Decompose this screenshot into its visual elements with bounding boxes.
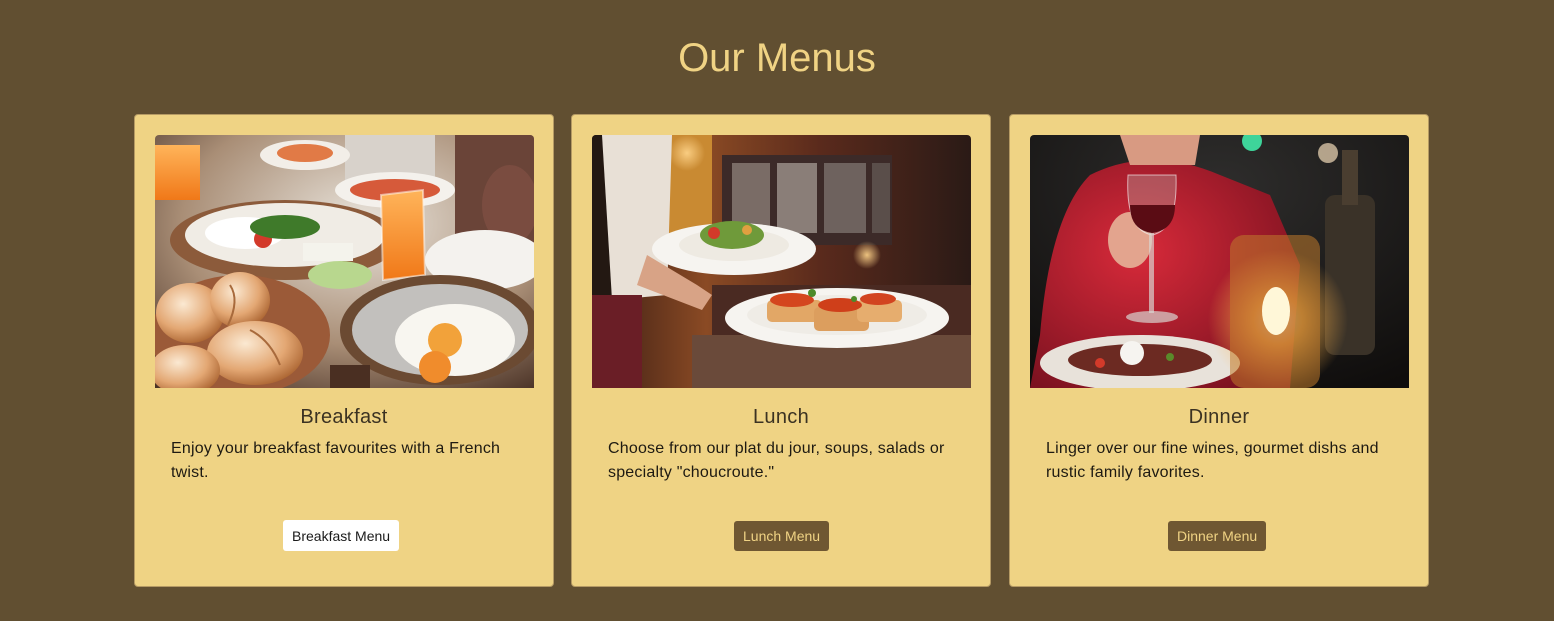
card-title: Breakfast bbox=[300, 406, 388, 428]
lunch-photo bbox=[592, 135, 971, 388]
dinner-menu-button[interactable]: Dinner Menu bbox=[1168, 521, 1267, 551]
card-description: Linger over our fine wines, gourmet dish… bbox=[1046, 440, 1379, 481]
breakfast-photo bbox=[155, 135, 534, 388]
dinner-photo bbox=[1030, 135, 1409, 388]
menu-card-lunch: Lunch Choose from our plat du jour, soup… bbox=[571, 114, 991, 587]
menu-card-breakfast: Breakfast Enjoy your breakfast favourite… bbox=[134, 114, 554, 587]
card-title: Dinner bbox=[1188, 406, 1250, 428]
menus-section: Our Menus Breakfast Enjoy your breakfast… bbox=[0, 0, 1554, 621]
menu-card-dinner: Dinner Linger over our fine wines, gourm… bbox=[1009, 114, 1429, 587]
card-description: Choose from our plat du jour, soups, sal… bbox=[608, 440, 945, 481]
lunch-menu-button[interactable]: Lunch Menu bbox=[734, 521, 830, 551]
section-title: Our Menus bbox=[678, 36, 876, 80]
card-title: Lunch bbox=[753, 406, 809, 428]
card-description: Enjoy your breakfast favourites with a F… bbox=[171, 440, 501, 481]
breakfast-menu-button[interactable]: Breakfast Menu bbox=[283, 520, 400, 551]
